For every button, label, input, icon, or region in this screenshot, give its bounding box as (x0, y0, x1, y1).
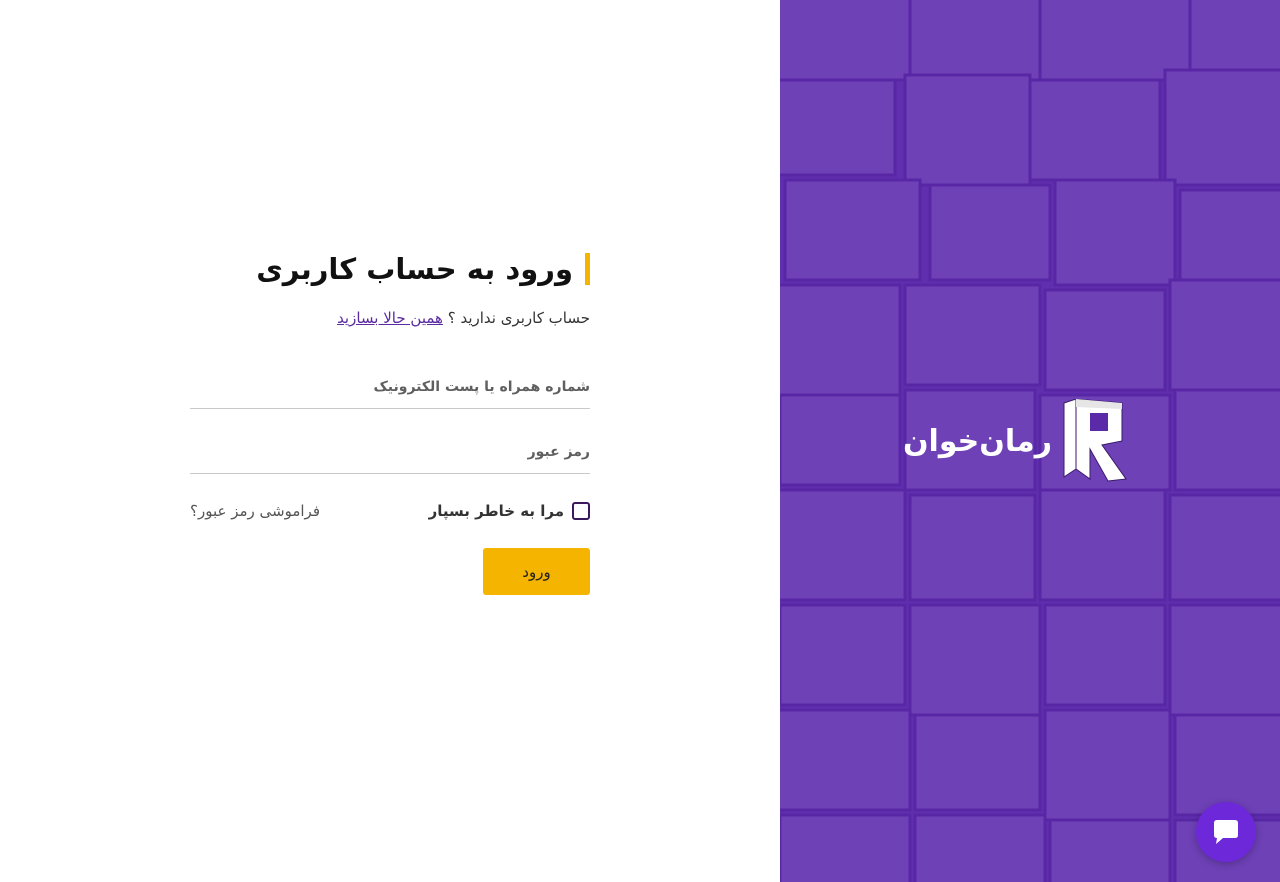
login-form-panel: ورود به حساب کاربری حساب کاربری ندارید ؟… (0, 0, 780, 882)
password-field (190, 425, 590, 474)
remember-me[interactable]: مرا به خاطر بسپار (429, 502, 590, 520)
brand-logo[interactable]: رمان‌خوان (903, 398, 1130, 484)
login-form: ورود به حساب کاربری حساب کاربری ندارید ؟… (190, 250, 590, 595)
signup-prompt: حساب کاربری ندارید ؟ (442, 309, 590, 327)
r-book-logo-icon (1063, 399, 1127, 482)
page-title: ورود به حساب کاربری (256, 252, 573, 286)
login-button[interactable]: ورود (483, 548, 590, 595)
brand-panel: رمان‌خوان (780, 0, 1280, 882)
phone-email-field (190, 360, 590, 409)
title-accent-bar (585, 253, 590, 285)
remember-me-label: مرا به خاطر بسپار (428, 502, 564, 520)
login-page: ورود به حساب کاربری حساب کاربری ندارید ؟… (0, 0, 1280, 882)
phone-email-input[interactable] (190, 374, 590, 400)
brand-logo-text: رمان‌خوان (902, 423, 1053, 459)
chat-widget-button[interactable] (1196, 802, 1256, 862)
forgot-password-link[interactable]: فراموشی رمز عبور؟ (190, 502, 320, 520)
title-row: ورود به حساب کاربری (190, 250, 590, 288)
remember-me-checkbox[interactable] (572, 502, 590, 520)
chat-bubble-icon (1214, 820, 1238, 844)
signup-row: حساب کاربری ندارید ؟ همین حالا بسازید (190, 306, 590, 330)
signup-link[interactable]: همین حالا بسازید (337, 309, 443, 327)
options-row: مرا به خاطر بسپار فراموشی رمز عبور؟ (190, 498, 590, 524)
password-input[interactable] (190, 439, 590, 465)
